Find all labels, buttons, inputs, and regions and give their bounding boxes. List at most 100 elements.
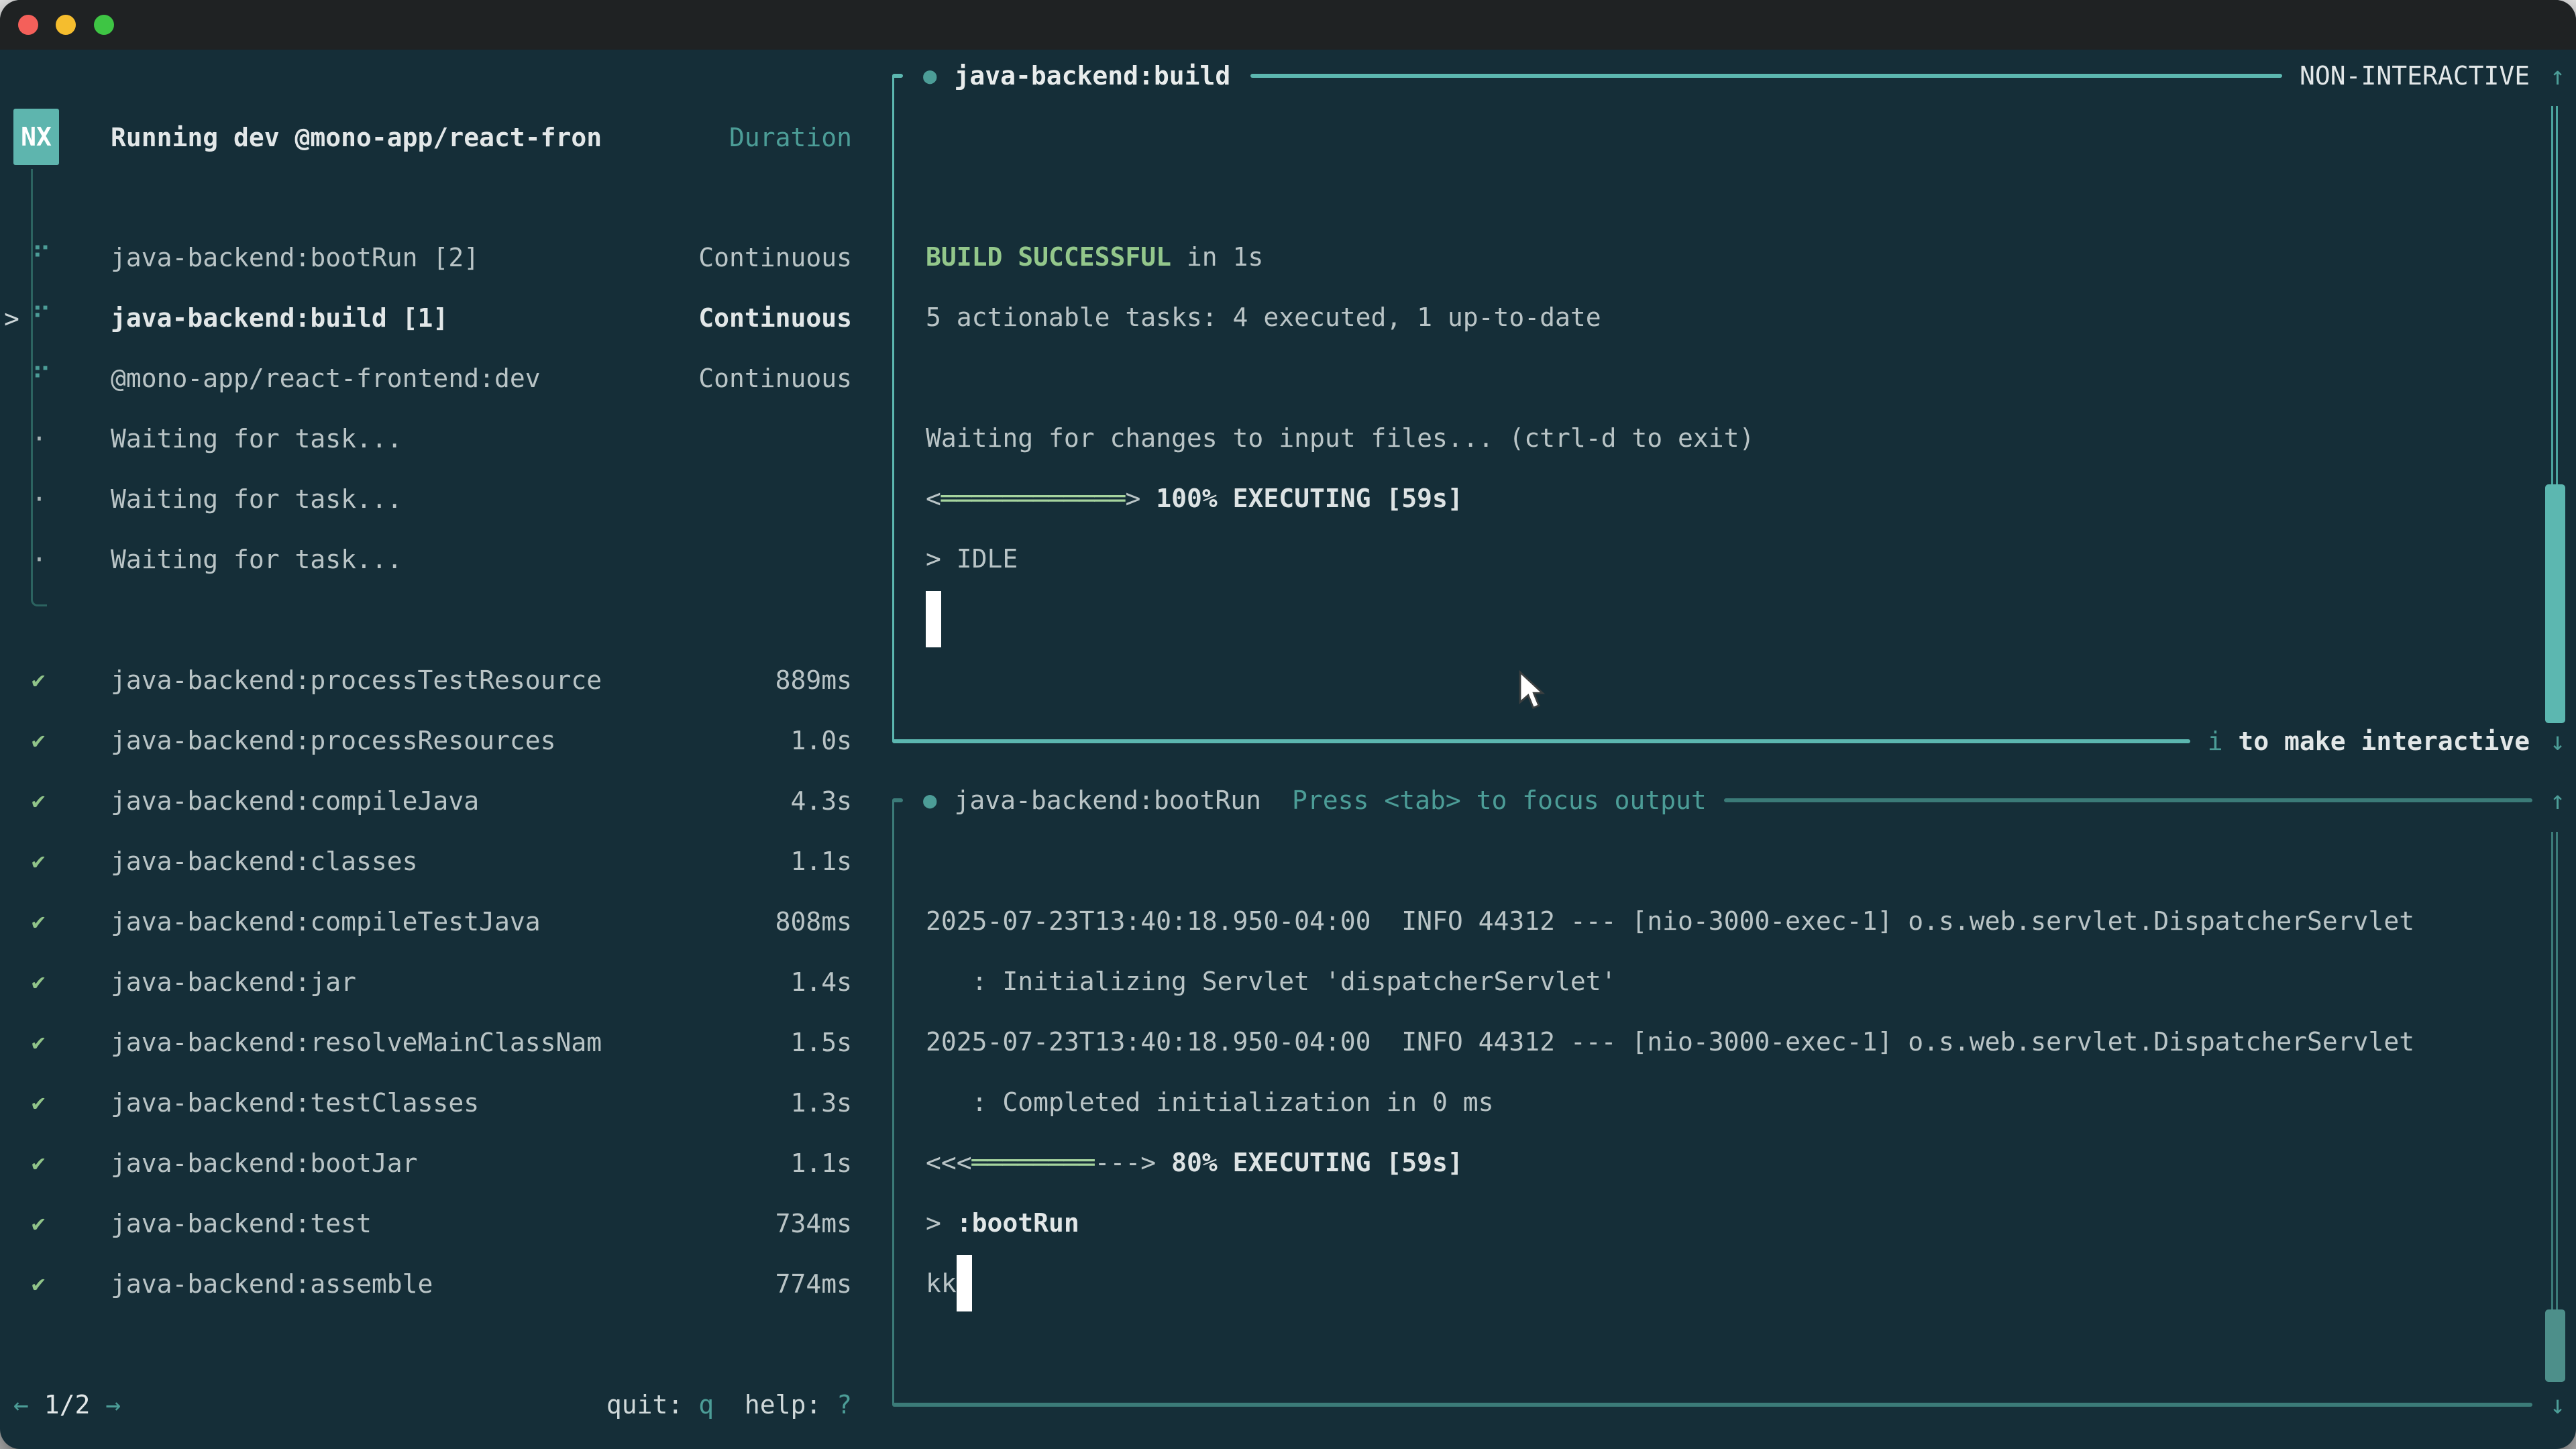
check-icon: ✔ (32, 969, 111, 996)
check-icon: ✔ (32, 1029, 111, 1056)
task-name: java-backend:assemble (111, 1269, 775, 1299)
task-row[interactable]: ✔ java-backend:assemble 774ms (0, 1254, 892, 1314)
waiting-dot-icon: · (32, 545, 111, 574)
scroll-up-icon[interactable]: ↑ (2550, 786, 2565, 815)
task-row[interactable]: ✔ java-backend:processResources 1.0s (0, 710, 892, 771)
border-line (1724, 798, 2532, 802)
task-row[interactable]: · Waiting for task... (0, 529, 892, 590)
close-button[interactable] (18, 15, 38, 35)
focus-output-hint: Press <tab> to focus output (1292, 786, 1707, 815)
log-line: 2025-07-23T13:40:18.950-04:00 INFO 44312… (926, 906, 2414, 936)
spacer (90, 1390, 105, 1419)
task-duration: 1.4s (790, 967, 852, 997)
scroll-up-icon[interactable]: ↑ (2550, 61, 2565, 91)
window-titlebar (0, 0, 2576, 50)
progress-bracket: < (926, 484, 941, 513)
task-name: java-backend:classes (111, 847, 790, 876)
task-row[interactable]: · Waiting for task... (0, 469, 892, 529)
quit-label: quit: (606, 1390, 698, 1419)
task-name: java-backend:jar (111, 967, 790, 997)
task-name: java-backend:processTestResource (111, 665, 775, 695)
build-pane-scrollbar-thumb[interactable] (2545, 484, 2565, 723)
check-icon: ✔ (32, 1150, 111, 1177)
run-command-title: Running dev @mono-app/react-fron (111, 123, 602, 152)
progress-status: 100% EXECUTING [59s] (1140, 484, 1462, 513)
bootrun-pane-header: ● java-backend:bootRun Press <tab> to fo… (892, 770, 2565, 830)
task-duration: 1.1s (790, 1148, 852, 1178)
task-row[interactable]: ✔ java-backend:testClasses 1.3s (0, 1073, 892, 1133)
task-duration: Continuous (698, 364, 852, 393)
bootrun-pane-left-border (892, 800, 894, 1405)
task-name: java-backend:bootRun [2] (111, 243, 698, 272)
task-duration: 4.3s (790, 786, 852, 816)
task-row[interactable]: ✔ java-backend:jar 1.4s (0, 952, 892, 1012)
terminal-line: <════════════> 100% EXECUTING [59s] (926, 468, 2536, 529)
tasks-summary: 5 actionable tasks: 4 executed, 1 up-to-… (926, 303, 1601, 332)
progress-remainder: ---> (1095, 1148, 1157, 1177)
terminal-line: 2025-07-23T13:40:18.950-04:00 INFO 44312… (926, 1012, 2536, 1072)
bootrun-pane-output: 2025-07-23T13:40:18.950-04:00 INFO 44312… (926, 830, 2536, 1313)
minimize-button[interactable] (56, 15, 76, 35)
terminal-line: > IDLE (926, 529, 2536, 589)
task-name: java-backend:bootJar (111, 1148, 790, 1178)
terminal-line (926, 106, 2536, 166)
task-duration: 1.1s (790, 847, 852, 876)
check-icon: ✔ (32, 908, 111, 935)
bootrun-pane-scrollbar-track[interactable] (2551, 832, 2558, 1374)
mouse-cursor (1517, 669, 1548, 714)
task-name: java-backend:resolveMainClassNam (111, 1028, 790, 1057)
check-icon: ✔ (32, 667, 111, 694)
spinner-icon: ⠋ (32, 242, 111, 273)
task-duration: 1.5s (790, 1028, 852, 1057)
task-row[interactable]: ✔ java-backend:compileTestJava 808ms (0, 892, 892, 952)
task-name: java-backend:processResources (111, 726, 790, 755)
zoom-button[interactable] (94, 15, 114, 35)
task-list: ⠋ java-backend:bootRun [2] Continuous ⠋ … (0, 227, 892, 1314)
task-row[interactable]: ✔ java-backend:test 734ms (0, 1193, 892, 1254)
task-name: @mono-app/react-frontend:dev (111, 364, 698, 393)
build-pane-footer: i to make interactive ↓ (892, 711, 2565, 771)
task-row[interactable]: ✔ java-backend:bootJar 1.1s (0, 1133, 892, 1193)
task-name: Waiting for task... (111, 424, 852, 453)
terminal-line: <<<════════---> 80% EXECUTING [59s] (926, 1132, 2536, 1193)
build-pane-left-border (892, 76, 894, 741)
scroll-down-icon[interactable]: ↓ (2550, 1390, 2565, 1419)
task-row[interactable]: ⠋ java-backend:build [1] Continuous (0, 288, 892, 348)
terminal-line: : Initializing Servlet 'dispatcherServle… (926, 951, 2536, 1012)
task-row[interactable]: ✔ java-backend:processTestResource 889ms (0, 650, 892, 710)
task-duration: 734ms (775, 1209, 852, 1238)
border-line (892, 739, 2190, 743)
scroll-down-icon[interactable]: ↓ (2550, 727, 2565, 756)
task-row[interactable]: ✔ java-backend:compileJava 4.3s (0, 771, 892, 831)
waiting-dot-icon: · (32, 424, 111, 453)
terminal-line: 2025-07-23T13:40:18.950-04:00 INFO 44312… (926, 891, 2536, 951)
task-row[interactable]: ✔ java-backend:resolveMainClassNam 1.5s (0, 1012, 892, 1073)
bootrun-pane-footer: ↓ (892, 1375, 2565, 1435)
task-name: Waiting for task... (111, 484, 852, 514)
task-row[interactable]: ✔ java-backend:classes 1.1s (0, 831, 892, 892)
task-duration: 808ms (775, 907, 852, 936)
page-number: 1/2 (44, 1390, 91, 1419)
check-icon: ✔ (32, 727, 111, 754)
page-next-arrow-icon[interactable]: → (105, 1390, 121, 1419)
terminal-line: Waiting for changes to input files... (c… (926, 408, 2536, 468)
bootrun-pane-title: java-backend:bootRun (954, 786, 1261, 815)
progress-fill: ════════════ (941, 484, 1126, 513)
task-row[interactable]: ⠋ java-backend:bootRun [2] Continuous (0, 227, 892, 288)
prompt-caret: > (926, 1208, 957, 1238)
border-line (892, 1403, 2532, 1407)
log-line: : Completed initialization in 0 ms (926, 1087, 1493, 1117)
prompt-command: :bootRun (957, 1208, 1079, 1238)
task-name: java-backend:compileJava (111, 786, 790, 816)
terminal-line (926, 166, 2536, 227)
task-name: java-backend:test (111, 1209, 775, 1238)
task-row[interactable]: ⠋ @mono-app/react-frontend:dev Continuou… (0, 348, 892, 409)
progress-bracket: > (1125, 484, 1140, 513)
task-row[interactable]: · Waiting for task... (0, 409, 892, 469)
waiting-message: Waiting for changes to input files... (c… (926, 423, 1754, 453)
page-prev-arrow-icon[interactable]: ← (13, 1390, 29, 1419)
terminal-line: : Completed initialization in 0 ms (926, 1072, 2536, 1132)
idle-status: > IDLE (926, 544, 1018, 574)
bootrun-pane-scrollbar-thumb[interactable] (2545, 1309, 2565, 1382)
task-duration: Continuous (698, 303, 852, 333)
